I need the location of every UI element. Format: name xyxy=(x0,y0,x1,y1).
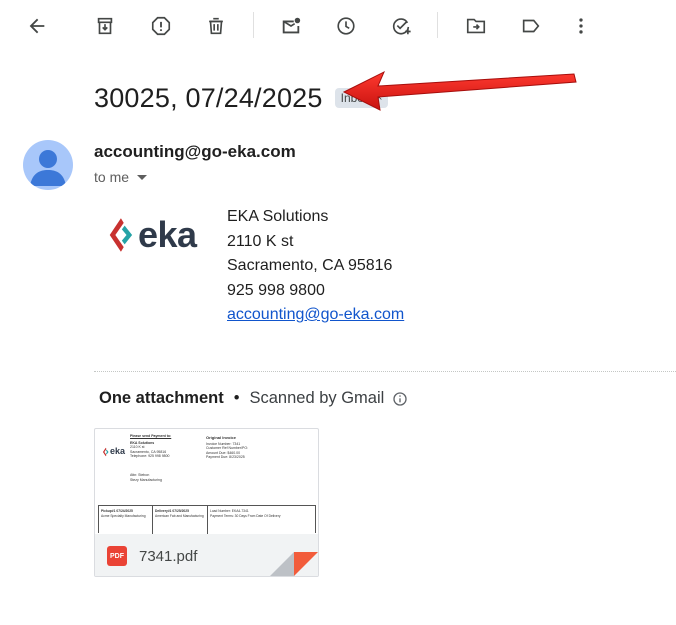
eka-logo-mark xyxy=(109,218,133,252)
pdf-preview-logo xyxy=(102,447,109,457)
report-spam-button[interactable] xyxy=(141,6,181,46)
labels-icon xyxy=(522,19,540,33)
inbox-label-chip[interactable]: Inbox × xyxy=(334,88,389,108)
toolbar-divider xyxy=(253,12,254,38)
attachments-divider xyxy=(94,371,676,372)
pdf-preview-right-block: Original Invoice Invoice Number: 7341 Cu… xyxy=(206,435,249,460)
email-subject: 30025, 07/24/2025 xyxy=(94,82,323,113)
scan-status: Scanned by Gmail xyxy=(249,389,385,407)
pdf-preview-logo-text: eka xyxy=(110,446,126,456)
add-task-button[interactable] xyxy=(381,6,421,46)
eka-logo: eka xyxy=(106,212,214,258)
archive-icon xyxy=(97,17,113,35)
sig-city: Sacramento, CA 95816 xyxy=(227,257,393,274)
chevron-down-icon xyxy=(137,174,148,180)
pdf-file-icon: PDF xyxy=(107,546,127,566)
label-chip-text: Inbox xyxy=(340,91,370,105)
info-icon[interactable] xyxy=(392,391,408,407)
labels-button[interactable] xyxy=(511,6,551,46)
move-to-button[interactable] xyxy=(456,6,496,46)
attachment-card[interactable]: eka Please send Payment to: EKA Solution… xyxy=(94,428,319,577)
attachments-header: One attachment • Scanned by Gmail xyxy=(99,389,408,408)
sig-phone: 925 998 9800 xyxy=(227,281,325,299)
mark-unread-icon xyxy=(282,17,301,34)
pdf-preview-left-block: Please send Payment to: EKA Solutions 21… xyxy=(130,434,172,482)
page-fold-icon xyxy=(270,552,318,576)
signature-block: EKA Solutions 2110 K st Sacramento, CA 9… xyxy=(227,205,404,328)
recipient-details[interactable]: to me xyxy=(94,169,148,185)
remove-label-icon[interactable]: × xyxy=(376,92,382,104)
separator-dot: • xyxy=(233,389,240,407)
more-options-button[interactable] xyxy=(561,6,601,46)
delete-icon xyxy=(209,17,223,35)
report-spam-icon xyxy=(151,16,171,36)
mark-unread-button[interactable] xyxy=(271,6,311,46)
add-task-icon xyxy=(392,18,411,35)
sender-avatar[interactable] xyxy=(23,140,73,190)
subject-row: 30025, 07/24/2025 Inbox × xyxy=(94,78,389,118)
delete-button[interactable] xyxy=(196,6,236,46)
pdf-preview-table: Pickup#1 07/24/2025 Acme Specialty Manuf… xyxy=(98,505,316,534)
snooze-button[interactable] xyxy=(326,6,366,46)
sig-company: EKA Solutions xyxy=(227,208,329,225)
sig-street: 2110 K st xyxy=(227,232,294,250)
move-to-icon xyxy=(466,18,486,34)
archive-button[interactable] xyxy=(85,6,125,46)
back-button[interactable] xyxy=(17,6,57,46)
sender-email[interactable]: accounting@go-eka.com xyxy=(94,142,296,162)
attachments-title: One attachment xyxy=(99,389,224,407)
attachment-filename: 7341.pdf xyxy=(139,547,198,565)
snooze-icon xyxy=(337,17,355,35)
sig-email-link[interactable]: accounting@go-eka.com xyxy=(227,306,404,323)
back-icon xyxy=(29,18,45,34)
toolbar-divider xyxy=(437,12,438,38)
message-toolbar xyxy=(0,0,676,52)
more-vert-icon xyxy=(579,18,583,34)
recipient-text: to me xyxy=(94,169,130,185)
person-icon xyxy=(30,150,66,186)
eka-logo-text: eka xyxy=(138,214,197,255)
